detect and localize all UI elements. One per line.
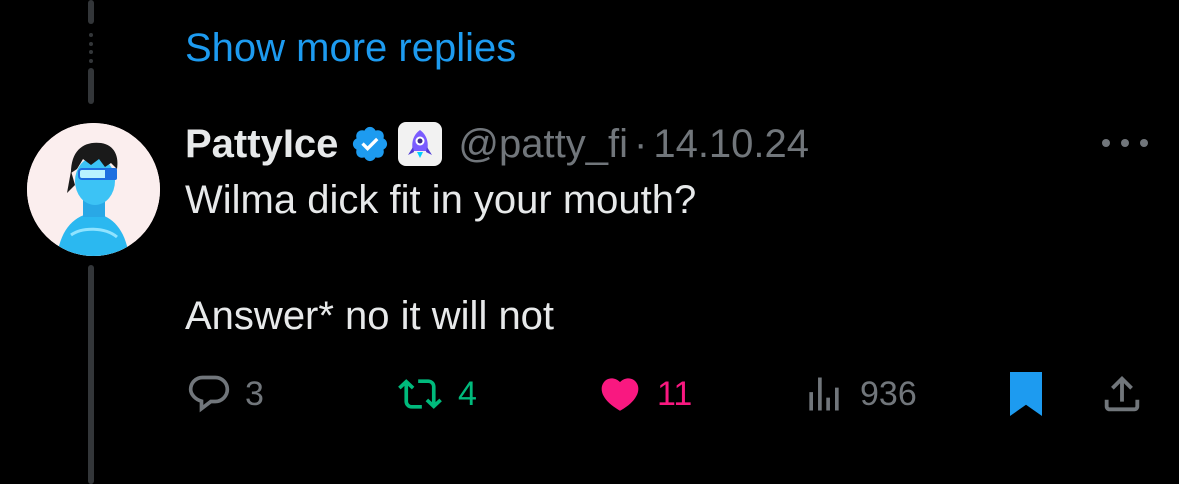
avatar[interactable] (27, 123, 160, 256)
heart-icon (601, 378, 639, 411)
views-button[interactable]: 936 (802, 368, 917, 420)
thread-line-mid (88, 68, 94, 104)
thread-dots-icon (88, 33, 94, 63)
thread-line-top (88, 0, 94, 24)
reply-icon (188, 375, 230, 413)
like-button[interactable]: 11 (597, 368, 692, 420)
bookmark-button[interactable] (1006, 368, 1046, 420)
verified-badge-icon (350, 124, 390, 164)
share-button[interactable] (1099, 368, 1145, 420)
rocket-affiliate-icon[interactable] (398, 122, 443, 166)
retweet-count: 4 (458, 374, 477, 413)
display-name[interactable]: PattyIce (185, 122, 338, 167)
reply-count: 3 (245, 374, 264, 413)
views-count: 936 (860, 374, 917, 413)
show-more-replies-link[interactable]: Show more replies (185, 24, 516, 72)
tweet-text-line-2: Answer* no it will not (185, 294, 555, 338)
more-options-icon[interactable] (1102, 128, 1148, 158)
tweet-text-line-1: Wilma dick fit in your mouth? (185, 178, 697, 222)
views-icon (809, 377, 839, 411)
share-icon (1104, 375, 1140, 412)
tweet-date[interactable]: 14.10.24 (653, 122, 809, 167)
tweet-header: PattyIce @patty_fi · 14.10.24 (185, 118, 809, 170)
thread-line-bottom (88, 265, 94, 484)
reply-button[interactable]: 3 (187, 368, 264, 420)
user-handle[interactable]: @patty_fi (458, 122, 628, 167)
retweet-button[interactable]: 4 (396, 368, 477, 420)
bookmark-icon (1010, 372, 1042, 416)
header-separator: · (634, 121, 648, 166)
like-count: 11 (657, 374, 693, 413)
retweet-icon (398, 379, 442, 409)
